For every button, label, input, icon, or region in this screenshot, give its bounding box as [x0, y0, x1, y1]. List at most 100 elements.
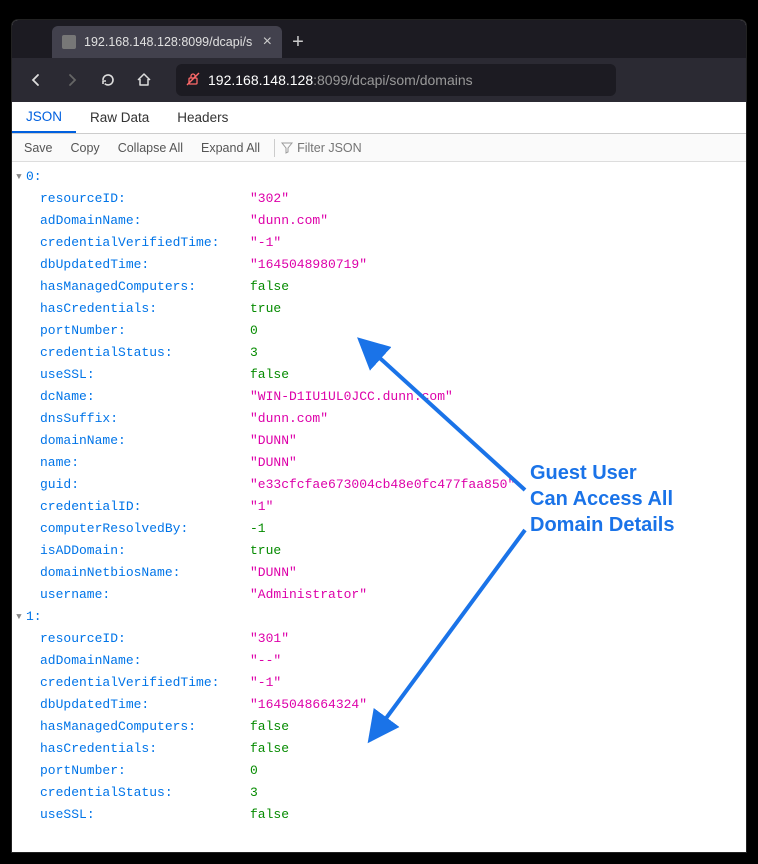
- annotation-callout: Guest User Can Access All Domain Details: [530, 460, 674, 538]
- insecure-lock-icon: [186, 72, 200, 89]
- filter-json-input[interactable]: [297, 141, 397, 155]
- tree-field-row[interactable]: hasCredentialsfalse: [12, 738, 746, 760]
- json-value: 3: [250, 782, 258, 804]
- tree-field-row[interactable]: credentialStatus3: [12, 782, 746, 804]
- json-value: 3: [250, 342, 258, 364]
- tab-json[interactable]: JSON: [12, 102, 76, 133]
- json-key: portNumber: [40, 760, 250, 782]
- tab-raw-data[interactable]: Raw Data: [76, 102, 163, 133]
- tree-field-row[interactable]: credentialVerifiedTime"-1": [12, 232, 746, 254]
- json-value: "e33cfcfae673004cb48e0fc477faa850": [250, 474, 515, 496]
- json-key: hasManagedComputers: [40, 716, 250, 738]
- json-key: credentialVerifiedTime: [40, 672, 250, 694]
- tree-field-row[interactable]: adDomainName"dunn.com": [12, 210, 746, 232]
- tree-field-row[interactable]: dnsSuffix"dunn.com": [12, 408, 746, 430]
- json-key: resourceID: [40, 188, 250, 210]
- json-key: domainName: [40, 430, 250, 452]
- json-key: hasCredentials: [40, 738, 250, 760]
- tree-field-row[interactable]: portNumber0: [12, 320, 746, 342]
- json-key: name: [40, 452, 250, 474]
- tab-headers[interactable]: Headers: [163, 102, 242, 133]
- json-value: "1645048664324": [250, 694, 367, 716]
- json-index: 1:: [26, 606, 42, 628]
- json-value: "-1": [250, 232, 281, 254]
- json-key: dcName: [40, 386, 250, 408]
- json-index: 0:: [26, 166, 42, 188]
- json-value: "-1": [250, 672, 281, 694]
- json-key: isADDomain: [40, 540, 250, 562]
- json-key: username: [40, 584, 250, 606]
- browser-tab[interactable]: 192.168.148.128:8099/dcapi/s ×: [52, 26, 282, 58]
- json-key: domainNetbiosName: [40, 562, 250, 584]
- tree-field-row[interactable]: domainName"DUNN": [12, 430, 746, 452]
- json-value: "Administrator": [250, 584, 367, 606]
- tree-field-row[interactable]: isADDomaintrue: [12, 540, 746, 562]
- json-value: false: [250, 738, 289, 760]
- tree-field-row[interactable]: credentialVerifiedTime"-1": [12, 672, 746, 694]
- json-key: useSSL: [40, 804, 250, 826]
- reload-button[interactable]: [92, 64, 124, 96]
- disclosure-triangle-icon[interactable]: ▼: [12, 166, 26, 188]
- tree-field-row[interactable]: hasManagedComputersfalse: [12, 716, 746, 738]
- tab-favicon: [62, 35, 76, 49]
- tree-field-row[interactable]: dcName"WIN-D1IU1UL0JCC.dunn.com": [12, 386, 746, 408]
- new-tab-button[interactable]: +: [282, 26, 314, 58]
- json-key: guid: [40, 474, 250, 496]
- json-key: dnsSuffix: [40, 408, 250, 430]
- json-key: hasCredentials: [40, 298, 250, 320]
- browser-tabstrip: 192.168.148.128:8099/dcapi/s × +: [12, 20, 746, 58]
- copy-button[interactable]: Copy: [63, 139, 108, 157]
- json-value: "1": [250, 496, 273, 518]
- json-key: computerResolvedBy: [40, 518, 250, 540]
- tree-field-row[interactable]: portNumber0: [12, 760, 746, 782]
- tree-field-row[interactable]: dbUpdatedTime"1645048980719": [12, 254, 746, 276]
- save-button[interactable]: Save: [16, 139, 61, 157]
- url-bar[interactable]: 192.168.148.128:8099/dcapi/som/domains: [176, 64, 616, 96]
- json-value: false: [250, 716, 289, 738]
- json-value: true: [250, 540, 281, 562]
- json-value: false: [250, 804, 289, 826]
- expand-all-button[interactable]: Expand All: [193, 139, 268, 157]
- json-value: "302": [250, 188, 289, 210]
- tree-field-row[interactable]: resourceID"302": [12, 188, 746, 210]
- browser-toolbar: 192.168.148.128:8099/dcapi/som/domains: [12, 58, 746, 102]
- separator: [274, 139, 275, 157]
- json-key: resourceID: [40, 628, 250, 650]
- tree-field-row[interactable]: credentialStatus3: [12, 342, 746, 364]
- json-value: false: [250, 364, 289, 386]
- url-text: 192.168.148.128:8099/dcapi/som/domains: [208, 72, 473, 88]
- home-button[interactable]: [128, 64, 160, 96]
- filter-json[interactable]: [281, 141, 397, 155]
- json-value: -1: [250, 518, 266, 540]
- tree-index-row[interactable]: ▼1:: [12, 606, 746, 628]
- json-value: 0: [250, 320, 258, 342]
- tree-field-row[interactable]: adDomainName"--": [12, 650, 746, 672]
- tree-field-row[interactable]: username"Administrator": [12, 584, 746, 606]
- tab-title: 192.168.148.128:8099/dcapi/s: [84, 35, 255, 49]
- tree-field-row[interactable]: hasManagedComputersfalse: [12, 276, 746, 298]
- tree-field-row[interactable]: resourceID"301": [12, 628, 746, 650]
- tree-field-row[interactable]: hasCredentialstrue: [12, 298, 746, 320]
- json-value: "DUNN": [250, 562, 297, 584]
- tree-field-row[interactable]: useSSLfalse: [12, 804, 746, 826]
- json-value: "dunn.com": [250, 210, 328, 232]
- disclosure-triangle-icon[interactable]: ▼: [12, 606, 26, 628]
- forward-button[interactable]: [56, 64, 88, 96]
- back-button[interactable]: [20, 64, 52, 96]
- json-key: adDomainName: [40, 650, 250, 672]
- json-key: credentialStatus: [40, 342, 250, 364]
- json-value: "1645048980719": [250, 254, 367, 276]
- tree-index-row[interactable]: ▼0:: [12, 166, 746, 188]
- json-value: "--": [250, 650, 281, 672]
- collapse-all-button[interactable]: Collapse All: [110, 139, 191, 157]
- json-key: dbUpdatedTime: [40, 254, 250, 276]
- json-value: false: [250, 276, 289, 298]
- json-key: dbUpdatedTime: [40, 694, 250, 716]
- close-icon[interactable]: ×: [263, 34, 272, 50]
- tree-field-row[interactable]: domainNetbiosName"DUNN": [12, 562, 746, 584]
- json-value: "DUNN": [250, 452, 297, 474]
- json-key: hasManagedComputers: [40, 276, 250, 298]
- json-key: portNumber: [40, 320, 250, 342]
- tree-field-row[interactable]: dbUpdatedTime"1645048664324": [12, 694, 746, 716]
- tree-field-row[interactable]: useSSLfalse: [12, 364, 746, 386]
